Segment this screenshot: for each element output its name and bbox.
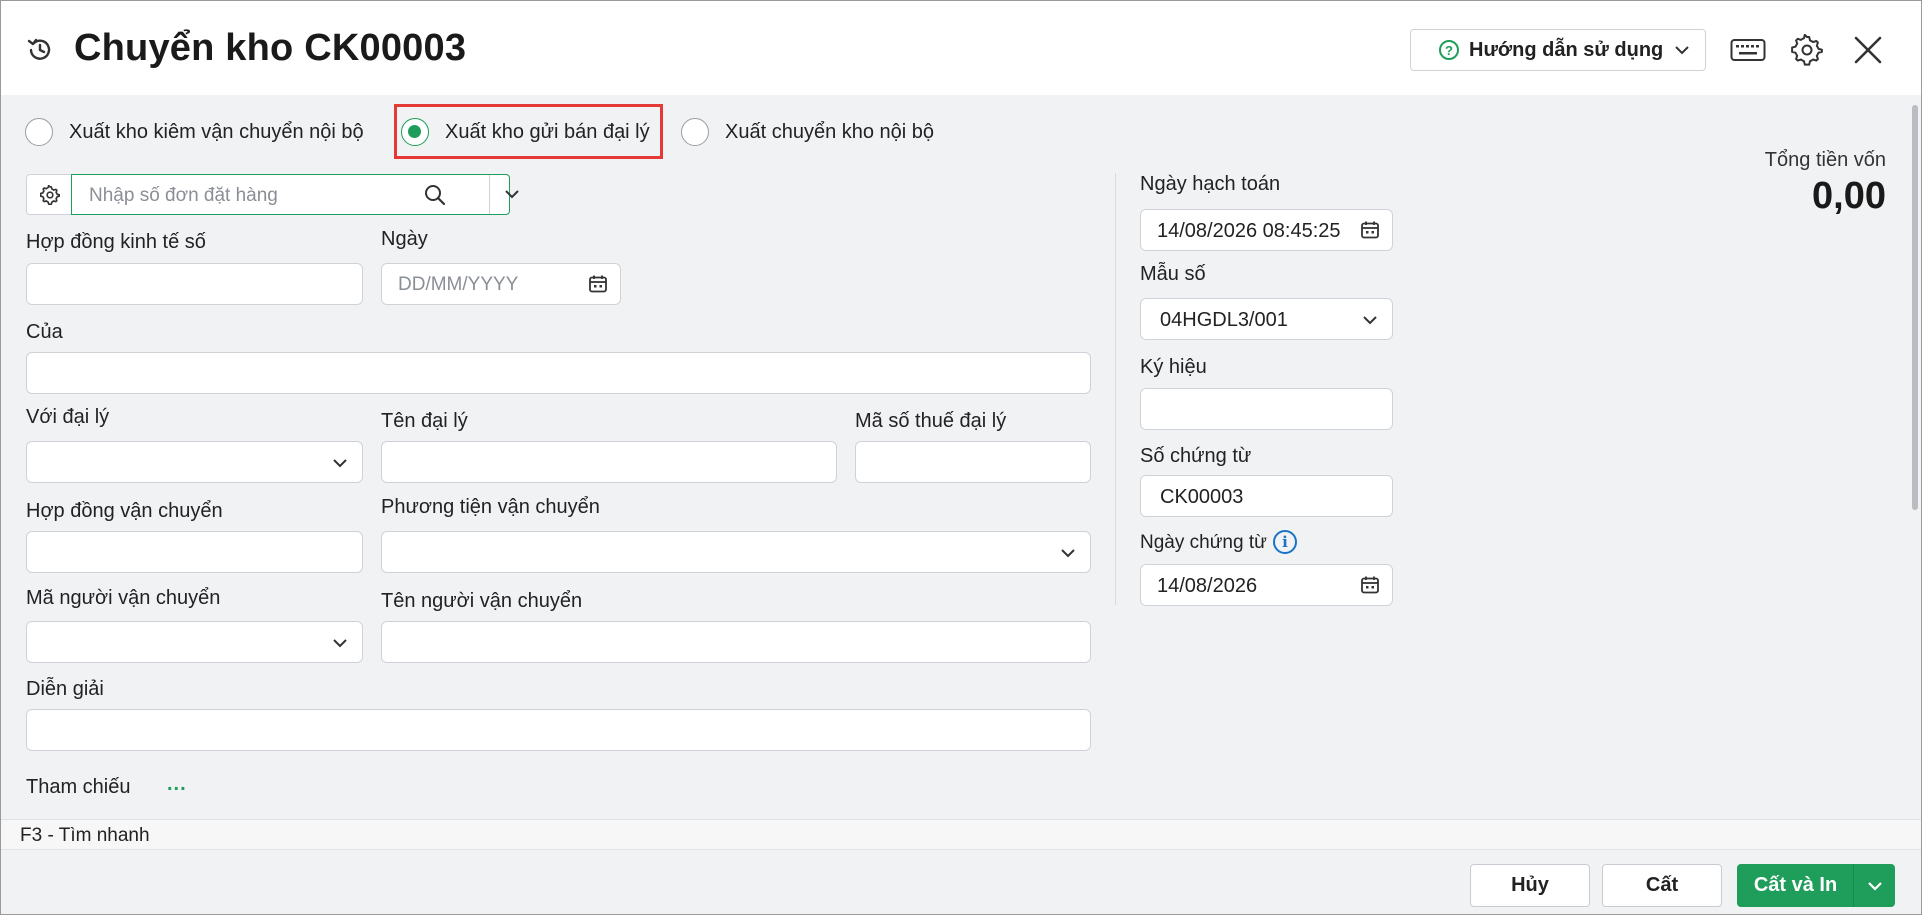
chevron-down-icon	[1363, 316, 1377, 325]
calendar-icon[interactable]	[588, 274, 608, 294]
voucher-date-field[interactable]: 14/08/2026	[1140, 564, 1393, 606]
calendar-icon[interactable]	[1360, 575, 1380, 595]
gear-icon	[39, 184, 60, 205]
agent-name-field[interactable]	[381, 441, 837, 483]
posting-date-value: 14/08/2026 08:45:25	[1157, 220, 1341, 242]
selection-highlight	[394, 104, 663, 159]
description-field[interactable]	[26, 709, 1091, 751]
vehicle-label: Phương tiện vận chuyển	[381, 496, 600, 518]
help-button-label: Hướng dẫn sử dụng	[1469, 38, 1664, 61]
total-cost-value: 0,00	[1812, 175, 1886, 217]
reference-more-button[interactable]: ...	[167, 773, 187, 796]
transfer-dialog: Chuyển kho CK00003 ? Hướng dẫn sử dụng X…	[0, 0, 1922, 915]
contract-field[interactable]	[26, 263, 363, 305]
of-label: Của	[26, 321, 63, 343]
radio-internal-transport[interactable]: Xuất kho kiêm vận chuyển nội bộ	[25, 118, 364, 146]
carrier-name-label: Tên người vận chuyển	[381, 590, 583, 612]
symbol-label: Ký hiệu	[1140, 356, 1207, 378]
divider	[489, 175, 490, 214]
description-label: Diễn giải	[26, 678, 104, 700]
radio-circle[interactable]	[25, 118, 53, 146]
history-icon[interactable]	[25, 35, 55, 65]
agent-tax-label: Mã số thuế đại lý	[855, 410, 1007, 432]
settings-gear-icon[interactable]	[1791, 34, 1823, 66]
voucher-no-label: Số chứng từ	[1140, 445, 1252, 467]
chevron-down-icon	[1675, 46, 1689, 55]
total-cost-label: Tổng tiền vốn	[1764, 149, 1886, 171]
contract-label: Hợp đồng kinh tế số	[26, 231, 206, 253]
symbol-field[interactable]	[1140, 388, 1393, 430]
order-search-input[interactable]: Nhập số đơn đặt hàng	[71, 174, 519, 215]
chevron-down-icon	[1867, 881, 1882, 891]
close-icon[interactable]	[1852, 34, 1884, 66]
posting-date-field[interactable]: 14/08/2026 08:45:25	[1140, 209, 1393, 251]
reference-label: Tham chiếu	[26, 776, 131, 798]
voucher-no-field[interactable]: CK00003	[1140, 475, 1393, 517]
date-placeholder: DD/MM/YYYY	[398, 274, 519, 295]
carrier-name-field[interactable]	[381, 621, 1091, 663]
carrier-code-select[interactable]	[26, 621, 363, 663]
search-icon[interactable]	[424, 184, 446, 206]
agent-label: Với đại lý	[26, 406, 110, 428]
transport-contract-label: Hợp đồng vận chuyển	[26, 500, 223, 522]
help-icon: ?	[1439, 40, 1459, 60]
agent-tax-field[interactable]	[855, 441, 1091, 483]
posting-date-label: Ngày hạch toán	[1140, 173, 1281, 195]
help-button[interactable]: ? Hướng dẫn sử dụng	[1410, 29, 1706, 71]
radio-label: Xuất kho kiêm vận chuyển nội bộ	[69, 120, 364, 143]
radio-circle[interactable]	[681, 118, 709, 146]
keyboard-icon[interactable]	[1730, 37, 1766, 63]
agent-name-label: Tên đại lý	[381, 410, 468, 432]
dialog-footer: Hủy Cất Cất và In	[1, 849, 1921, 914]
info-icon[interactable]: i	[1273, 530, 1297, 554]
order-search-placeholder: Nhập số đơn đặt hàng	[89, 185, 278, 206]
date-field[interactable]: DD/MM/YYYY	[381, 263, 621, 305]
template-value: 04HGDL3/001	[1160, 309, 1288, 331]
section-divider	[1115, 173, 1116, 605]
scrollbar-thumb[interactable]	[1912, 105, 1918, 510]
shortcut-hint-bar: F3 - Tìm nhanh	[1, 819, 1921, 849]
radio-label: Xuất chuyển kho nội bộ	[725, 120, 935, 143]
vehicle-select[interactable]	[381, 531, 1091, 573]
agent-select[interactable]	[26, 441, 363, 483]
cancel-button[interactable]: Hủy	[1470, 864, 1590, 907]
save-button[interactable]: Cất	[1602, 864, 1722, 907]
radio-internal-transfer[interactable]: Xuất chuyển kho nội bộ	[681, 118, 934, 146]
of-field[interactable]	[26, 352, 1091, 394]
page-title: Chuyển kho CK00003	[74, 27, 467, 69]
chevron-down-icon	[1061, 549, 1075, 558]
dialog-header: Chuyển kho CK00003 ? Hướng dẫn sử dụng	[1, 1, 1921, 95]
template-label: Mẫu số	[1140, 263, 1206, 285]
voucher-date-value: 14/08/2026	[1157, 575, 1258, 597]
shortcut-hint: F3 - Tìm nhanh	[20, 825, 150, 846]
save-and-print-button[interactable]: Cất và In	[1737, 864, 1854, 907]
order-settings-button[interactable]	[26, 174, 72, 215]
vertical-scrollbar[interactable]	[1909, 95, 1921, 819]
date-label: Ngày	[381, 228, 428, 250]
order-search-group: Nhập số đơn đặt hàng	[26, 174, 519, 215]
voucher-date-label: Ngày chứng từ	[1140, 532, 1267, 553]
chevron-down-icon	[333, 639, 347, 648]
chevron-down-icon	[333, 459, 347, 468]
chevron-down-icon[interactable]	[504, 187, 520, 201]
save-options-dropdown[interactable]	[1853, 864, 1895, 907]
carrier-code-label: Mã người vận chuyển	[26, 587, 221, 609]
template-select[interactable]: 04HGDL3/001	[1140, 298, 1393, 340]
transport-contract-field[interactable]	[26, 531, 363, 573]
calendar-icon[interactable]	[1360, 220, 1380, 240]
voucher-no-value: CK00003	[1160, 486, 1244, 508]
